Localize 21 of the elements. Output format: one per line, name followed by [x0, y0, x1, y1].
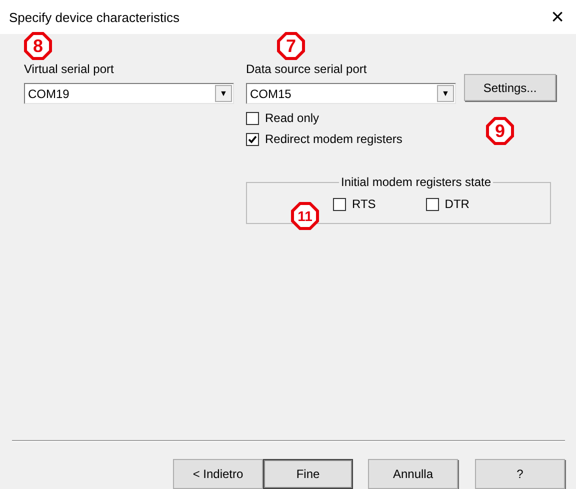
settings-button[interactable]: Settings...: [464, 74, 556, 102]
dialog-button[interactable]: ?: [475, 459, 565, 489]
checkbox[interactable]: Read only: [246, 111, 456, 126]
callout-badge: 8: [24, 32, 52, 60]
close-button[interactable]: ×: [547, 6, 568, 28]
callout-badge: 9: [486, 117, 514, 145]
checkbox[interactable]: RTS: [333, 197, 376, 212]
callout-badge: 7: [277, 32, 305, 60]
port-dropdown[interactable]: COM19 ▼: [24, 83, 234, 104]
dialog-button[interactable]: Fine: [263, 459, 353, 489]
checkbox[interactable]: Redirect modem registers: [246, 132, 456, 146]
checkbox[interactable]: DTR: [426, 197, 470, 212]
field-label: Virtual serial port: [24, 62, 115, 76]
group-title: Initial modem registers state: [340, 175, 492, 190]
field-label: Data source serial port: [246, 62, 368, 76]
callout-badge: 11: [291, 202, 319, 230]
dialog-button[interactable]: < Indietro: [173, 459, 263, 489]
dialog-button[interactable]: Annulla: [368, 459, 458, 489]
checkmark-icon: [248, 134, 257, 144]
window-title: Specify device characteristics: [9, 10, 180, 25]
port-dropdown[interactable]: COM15 ▼: [246, 83, 456, 104]
